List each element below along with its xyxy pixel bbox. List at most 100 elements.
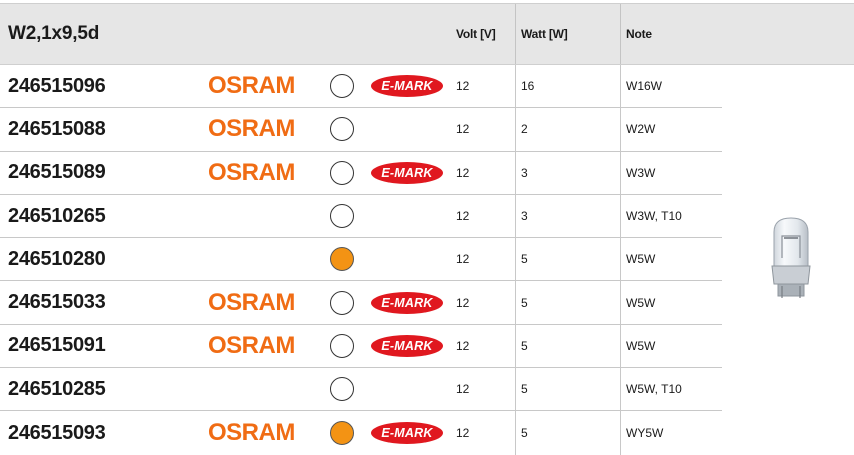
orange-circle-icon: [330, 247, 354, 272]
note-value: W2W: [626, 122, 656, 137]
emark-cell: E-MARK: [371, 152, 443, 194]
column-divider: [620, 65, 621, 108]
table-row: 246515093 OSRAM E-MARK 12 5 WY5W: [0, 411, 722, 455]
table-row: 246510280 12 5 W5W: [0, 238, 722, 282]
bulb-icon: [771, 217, 811, 298]
note-value: WY5W: [626, 426, 664, 441]
column-divider: [515, 281, 516, 324]
column-divider: [515, 411, 516, 455]
circle-cell: [330, 238, 354, 280]
emark-cell: E-MARK: [371, 65, 443, 107]
volt-value: 12: [456, 382, 470, 397]
note-header: Note: [626, 27, 652, 41]
circle-cell: [330, 152, 354, 194]
emark-cell: E-MARK: [371, 281, 443, 323]
circle-cell: [330, 281, 354, 323]
column-divider: [515, 108, 516, 151]
watt-value: 3: [521, 165, 528, 180]
volt-value: 12: [456, 165, 470, 180]
brand-logo: OSRAM: [208, 115, 295, 143]
part-number: 246515088: [8, 117, 106, 140]
watt-value: 16: [521, 79, 535, 94]
table-row: 246510285 12 5 W5W, T10: [0, 368, 722, 412]
watt-value: 2: [521, 122, 528, 137]
circle-cell: [330, 195, 354, 237]
watt-value: 5: [521, 295, 528, 310]
emark-badge: E-MARK: [371, 161, 443, 184]
table-row: 246515096 OSRAM E-MARK 12 16 W16W: [0, 65, 722, 109]
orange-circle-icon: [330, 421, 354, 446]
column-divider: [515, 238, 516, 281]
empty-circle-icon: [330, 160, 354, 185]
volt-header: Volt [V]: [456, 27, 496, 41]
volt-value: 12: [456, 426, 470, 441]
table-row: 246515091 OSRAM E-MARK 12 5 W5W: [0, 324, 722, 369]
empty-circle-icon: [330, 333, 354, 358]
column-divider: [620, 368, 621, 411]
column-divider: [620, 324, 621, 368]
brand-logo: OSRAM: [208, 419, 295, 447]
column-divider: [620, 151, 621, 194]
emark-cell: E-MARK: [371, 325, 443, 367]
watt-value: 5: [521, 426, 528, 441]
part-number: 246515089: [8, 161, 106, 184]
brand-logo: OSRAM: [208, 72, 295, 100]
part-number: 246510285: [8, 377, 106, 400]
note-value: W5W, T10: [626, 382, 682, 397]
table-header: W2,1x9,5d Volt [V] Watt [W] Note: [0, 3, 854, 65]
emark-cell: E-MARK: [371, 411, 443, 454]
header-divider: [620, 4, 621, 64]
circle-cell: [330, 65, 354, 107]
part-number: 246515091: [8, 334, 106, 357]
circle-cell: [330, 411, 354, 454]
volt-value: 12: [456, 338, 470, 353]
brand-logo: OSRAM: [208, 158, 295, 186]
emark-badge: E-MARK: [371, 75, 443, 98]
volt-value: 12: [456, 209, 470, 224]
emark-badge: E-MARK: [371, 291, 443, 314]
empty-circle-icon: [330, 74, 354, 99]
emark-badge: E-MARK: [371, 422, 443, 445]
column-divider: [620, 108, 621, 151]
wedge-bulb-image: [760, 214, 822, 300]
watt-value: 5: [521, 338, 528, 353]
part-number: 246515033: [8, 291, 106, 314]
header-divider: [515, 4, 516, 64]
note-value: W3W, T10: [626, 209, 682, 224]
watt-value: 3: [521, 209, 528, 224]
empty-circle-icon: [330, 377, 354, 402]
circle-cell: [330, 325, 354, 367]
brand-logo: OSRAM: [208, 288, 295, 316]
table-row: 246510265 12 3 W3W, T10: [0, 194, 722, 239]
table-row: 246515089 OSRAM E-MARK 12 3 W3W: [0, 151, 722, 195]
watt-value: 5: [521, 252, 528, 267]
part-number: 246515096: [8, 74, 106, 97]
volt-value: 12: [456, 79, 470, 94]
column-divider: [620, 411, 621, 455]
empty-circle-icon: [330, 290, 354, 315]
column-divider: [515, 151, 516, 194]
circle-cell: [330, 368, 354, 410]
socket-title: W2,1x9,5d: [8, 23, 100, 44]
note-value: W5W: [626, 252, 656, 267]
volt-value: 12: [456, 122, 470, 137]
emark-badge: E-MARK: [371, 334, 443, 357]
column-divider: [515, 324, 516, 368]
volt-value: 12: [456, 252, 470, 267]
circle-cell: [330, 108, 354, 150]
table-row: 246515033 OSRAM E-MARK 12 5 W5W: [0, 281, 722, 325]
watt-header: Watt [W]: [521, 27, 568, 41]
product-table: 246515096 OSRAM E-MARK 12 16 W16W 246515088 OSR…: [0, 65, 722, 455]
column-divider: [620, 281, 621, 324]
brand-logo: OSRAM: [208, 331, 295, 359]
note-value: W5W: [626, 295, 656, 310]
column-divider: [515, 194, 516, 238]
column-divider: [620, 238, 621, 281]
volt-value: 12: [456, 295, 470, 310]
column-divider: [515, 368, 516, 411]
column-divider: [620, 194, 621, 238]
part-number: 246515093: [8, 421, 106, 444]
column-divider: [515, 65, 516, 108]
note-value: W5W: [626, 338, 656, 353]
note-value: W3W: [626, 165, 656, 180]
